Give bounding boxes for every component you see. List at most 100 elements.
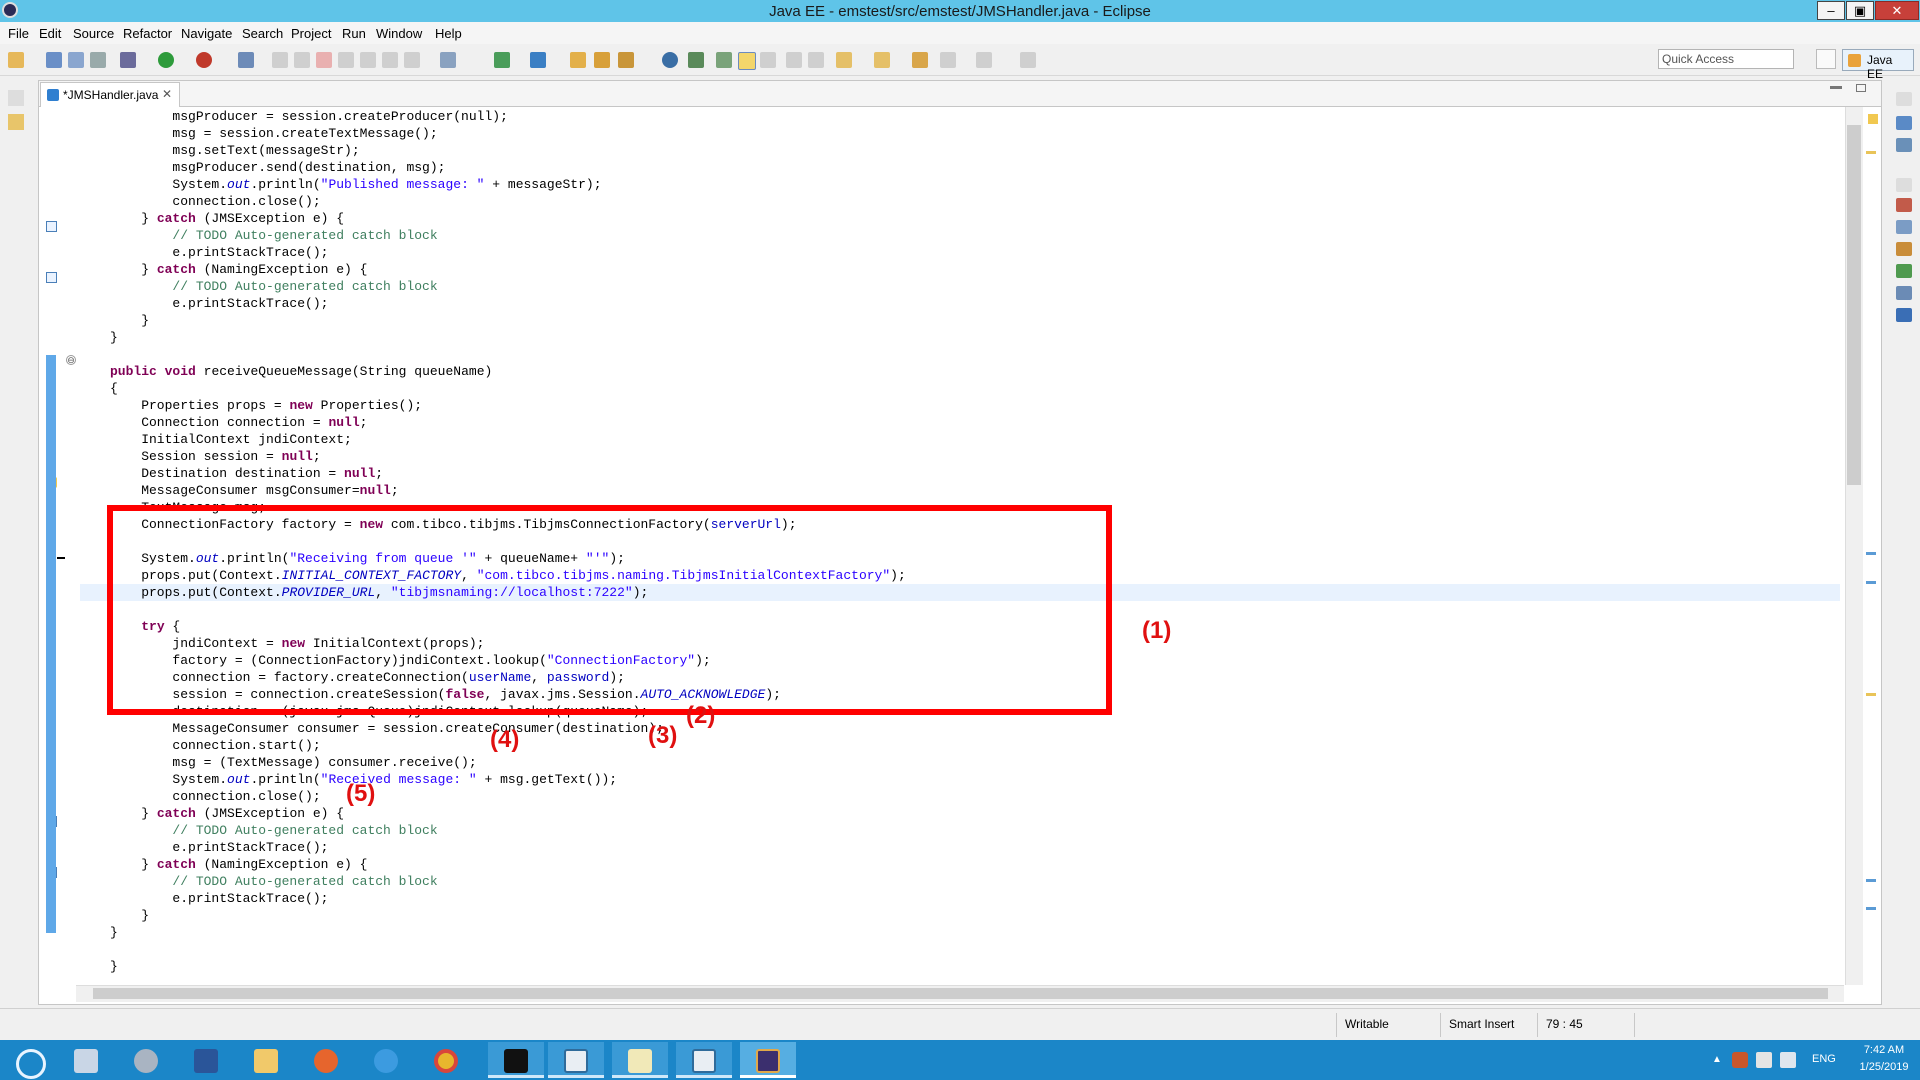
overview-marker[interactable]: [1866, 879, 1876, 882]
back-icon[interactable]: [940, 52, 956, 68]
code-line[interactable]: connection.close();: [110, 193, 320, 210]
menu-source[interactable]: Source: [73, 26, 114, 41]
forward-icon[interactable]: [976, 52, 992, 68]
new-icon[interactable]: [8, 52, 24, 68]
save-all-icon[interactable]: [68, 52, 84, 68]
step-over-icon[interactable]: [382, 52, 398, 68]
servers-icon[interactable]: [1896, 264, 1912, 278]
clock-date[interactable]: 1/25/2019: [1852, 1061, 1916, 1073]
code-line[interactable]: e.printStackTrace();: [110, 295, 328, 312]
menu-search[interactable]: Search: [242, 26, 283, 41]
code-line[interactable]: msgProducer = session.createProducer(nul…: [110, 108, 507, 125]
minimize-button[interactable]: –: [1817, 1, 1845, 20]
code-line[interactable]: Session session = null;: [110, 448, 320, 465]
code-line[interactable]: e.printStackTrace();: [110, 244, 328, 261]
search-icon[interactable]: [618, 52, 634, 68]
paragraph-icon[interactable]: [808, 52, 824, 68]
mark-occurrences-icon[interactable]: [738, 52, 756, 70]
show-whitespace-icon[interactable]: [786, 52, 802, 68]
code-line[interactable]: connection.start();: [110, 737, 320, 754]
code-line[interactable]: }: [110, 907, 149, 924]
java-ee-perspective-button[interactable]: Java EE: [1842, 49, 1914, 81]
new-server-icon[interactable]: [494, 52, 510, 68]
open-perspective-icon[interactable]: [1816, 49, 1836, 69]
menu-refactor[interactable]: Refactor: [123, 26, 172, 41]
menu-help[interactable]: Help: [435, 26, 462, 41]
step-return-icon[interactable]: [404, 52, 420, 68]
menu-window[interactable]: Window: [376, 26, 422, 41]
problems-icon[interactable]: [1896, 198, 1912, 212]
project-explorer-icon[interactable]: [8, 114, 24, 130]
outline-icon[interactable]: [1896, 116, 1912, 130]
use-step-filters-icon[interactable]: [440, 52, 456, 68]
resume-icon[interactable]: [272, 52, 288, 68]
menu-project[interactable]: Project: [291, 26, 331, 41]
code-line[interactable]: msgProducer.send(destination, msg);: [110, 159, 445, 176]
code-line[interactable]: MessageConsumer consumer = session.creat…: [110, 720, 663, 737]
overview-marker[interactable]: [1866, 552, 1876, 555]
code-line[interactable]: } catch (NamingException e) {: [110, 261, 367, 278]
code-line[interactable]: Destination destination = null;: [110, 465, 383, 482]
code-line[interactable]: } catch (JMSException e) {: [110, 805, 344, 822]
code-line[interactable]: {: [110, 380, 118, 397]
code-line[interactable]: MessageConsumer msgConsumer=null;: [110, 482, 398, 499]
restore-icon[interactable]: [1896, 178, 1912, 192]
disconnect-icon[interactable]: [338, 52, 354, 68]
overview-marker[interactable]: [1866, 693, 1876, 696]
code-line[interactable]: }: [110, 958, 118, 975]
terminate-icon[interactable]: [316, 52, 332, 68]
toggle-breadcrumb-icon[interactable]: [716, 52, 732, 68]
javadoc-icon[interactable]: [1896, 220, 1912, 234]
overview-marker[interactable]: [1866, 907, 1876, 910]
close-button[interactable]: ✕: [1875, 1, 1919, 20]
restore-icon[interactable]: [8, 90, 24, 106]
code-line[interactable]: msg = session.createTextMessage();: [110, 125, 437, 142]
sync-icon[interactable]: [688, 52, 704, 68]
overview-marker[interactable]: [1866, 151, 1876, 154]
language-indicator[interactable]: ENG: [1812, 1053, 1836, 1065]
external-tools-icon[interactable]: [196, 52, 212, 68]
step-into-icon[interactable]: [360, 52, 376, 68]
code-line[interactable]: // TODO Auto-generated catch block: [110, 227, 437, 244]
code-line[interactable]: }: [110, 924, 118, 941]
code-line[interactable]: msg = (TextMessage) consumer.receive();: [110, 754, 476, 771]
maximize-button[interactable]: ▣: [1846, 1, 1874, 20]
taskbar-server-manager[interactable]: [58, 1042, 114, 1078]
taskbar-chrome[interactable]: [418, 1042, 474, 1078]
code-line[interactable]: } catch (JMSException e) {: [110, 210, 344, 227]
taskbar-powershell[interactable]: [178, 1042, 234, 1078]
network-icon[interactable]: [1756, 1052, 1772, 1068]
restore-icon[interactable]: [1896, 92, 1912, 106]
code-line[interactable]: // TODO Auto-generated catch block: [110, 278, 437, 295]
code-line[interactable]: public void receiveQueueMessage(String q…: [110, 363, 492, 380]
quick-access-input[interactable]: Quick Access: [1658, 49, 1794, 69]
last-edit-location-icon[interactable]: [912, 52, 928, 68]
fold-collapse-icon[interactable]: ⊖: [66, 355, 76, 365]
next-annotation-icon[interactable]: [836, 52, 852, 68]
previous-annotation-icon[interactable]: [874, 52, 890, 68]
code-line[interactable]: }: [110, 329, 118, 346]
menu-file[interactable]: File: [8, 26, 29, 41]
code-line[interactable]: }: [110, 312, 149, 329]
code-line[interactable]: Properties props = new Properties();: [110, 397, 422, 414]
code-line[interactable]: // TODO Auto-generated catch block: [110, 822, 437, 839]
run-icon[interactable]: [158, 52, 174, 68]
task-list-icon[interactable]: [1896, 138, 1912, 152]
declaration-icon[interactable]: [1896, 242, 1912, 256]
data-source-explorer-icon[interactable]: [1896, 286, 1912, 300]
web-browser-icon[interactable]: [662, 52, 678, 68]
menu-navigate[interactable]: Navigate: [181, 26, 232, 41]
open-type-icon[interactable]: [570, 52, 586, 68]
code-line[interactable]: msg.setText(messageStr);: [110, 142, 359, 159]
volume-icon[interactable]: [1780, 1052, 1796, 1068]
skip-breakpoints-icon[interactable]: [238, 52, 254, 68]
save-icon[interactable]: [46, 52, 62, 68]
code-line[interactable]: e.printStackTrace();: [110, 890, 328, 907]
toggle-block-selection-icon[interactable]: [760, 52, 776, 68]
new-java-class-icon[interactable]: [530, 52, 546, 68]
code-line[interactable]: Connection connection = null;: [110, 414, 367, 431]
taskbar-eclipse[interactable]: [740, 1042, 796, 1078]
code-line[interactable]: System.out.println("Published message: "…: [110, 176, 601, 193]
open-task-icon[interactable]: [594, 52, 610, 68]
taskbar-internet-explorer[interactable]: [358, 1042, 414, 1078]
